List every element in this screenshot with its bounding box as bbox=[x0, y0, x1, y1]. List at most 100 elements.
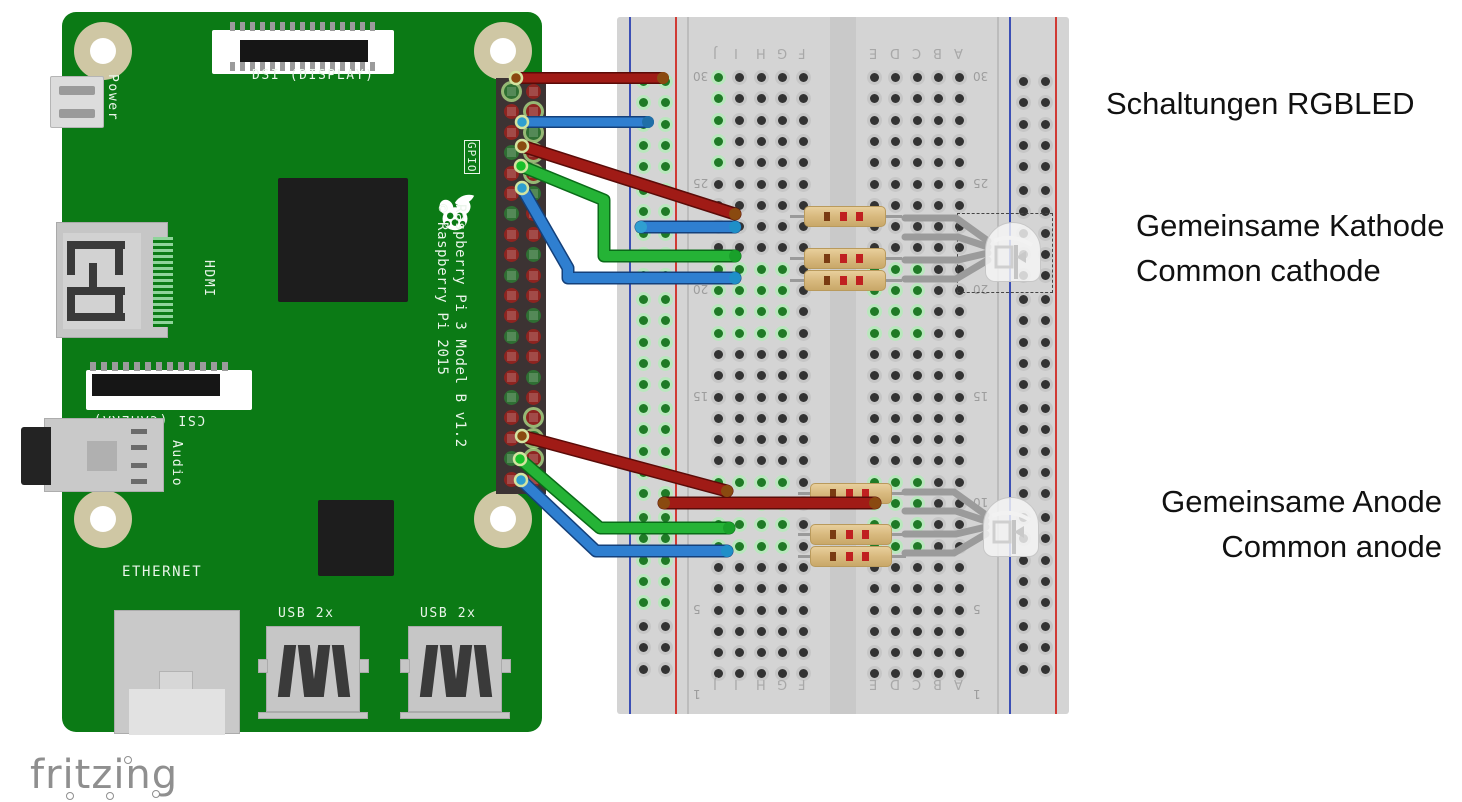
breadboard-hole[interactable] bbox=[891, 158, 901, 168]
breadboard-hole[interactable] bbox=[756, 243, 766, 253]
breadboard-hole[interactable] bbox=[799, 392, 809, 402]
breadboard-hole[interactable] bbox=[777, 541, 787, 551]
breadboard-hole[interactable] bbox=[799, 499, 809, 508]
breadboard-rail-hole[interactable] bbox=[639, 207, 648, 217]
breadboard-hole[interactable] bbox=[955, 115, 965, 125]
breadboard-hole[interactable] bbox=[735, 328, 745, 338]
breadboard-hole[interactable] bbox=[933, 605, 943, 615]
breadboard-hole[interactable] bbox=[891, 562, 901, 572]
gpio-pin-21[interactable] bbox=[504, 288, 519, 303]
breadboard-rail-hole[interactable] bbox=[639, 534, 648, 544]
resistor-cc-red[interactable] bbox=[790, 206, 902, 227]
breadboard-hole[interactable] bbox=[891, 286, 901, 295]
breadboard-rail-hole[interactable] bbox=[661, 534, 670, 544]
breadboard-hole[interactable] bbox=[933, 136, 943, 146]
breadboard-hole[interactable] bbox=[891, 499, 901, 508]
breadboard-hole[interactable] bbox=[756, 456, 766, 466]
breadboard-hole[interactable] bbox=[756, 392, 766, 402]
gpio-pin-34[interactable] bbox=[526, 410, 541, 426]
audio-jack[interactable] bbox=[21, 418, 164, 492]
breadboard-rail-hole[interactable] bbox=[1019, 598, 1028, 608]
breadboard-hole[interactable] bbox=[756, 349, 766, 359]
breadboard-rail-hole[interactable] bbox=[1041, 140, 1050, 150]
breadboard-hole[interactable] bbox=[799, 94, 809, 104]
breadboard-hole[interactable] bbox=[714, 222, 723, 232]
breadboard-hole[interactable] bbox=[777, 605, 787, 615]
breadboard-hole[interactable] bbox=[735, 562, 745, 572]
breadboard-hole[interactable] bbox=[870, 392, 879, 402]
breadboard-hole[interactable] bbox=[756, 179, 766, 189]
breadboard-hole[interactable] bbox=[735, 136, 745, 146]
breadboard-rail-hole[interactable] bbox=[639, 404, 648, 413]
breadboard-rail-hole[interactable] bbox=[639, 77, 648, 86]
breadboard-hole[interactable] bbox=[735, 73, 745, 82]
breadboard-rail-hole[interactable] bbox=[661, 295, 670, 304]
gpio-pin-33[interactable] bbox=[504, 410, 519, 426]
breadboard-rail-hole[interactable] bbox=[639, 249, 648, 259]
breadboard-hole[interactable] bbox=[735, 179, 745, 189]
gpio-pin-16[interactable] bbox=[526, 226, 541, 242]
breadboard-hole[interactable] bbox=[933, 158, 943, 168]
breadboard-rail-hole[interactable] bbox=[639, 162, 648, 172]
breadboard-hole[interactable] bbox=[870, 115, 879, 125]
breadboard-hole[interactable] bbox=[870, 328, 879, 338]
breadboard-hole[interactable] bbox=[891, 264, 901, 274]
breadboard-rail-hole[interactable] bbox=[1041, 534, 1050, 544]
breadboard-hole[interactable] bbox=[735, 243, 745, 253]
breadboard-rail-hole[interactable] bbox=[661, 446, 670, 456]
breadboard-hole[interactable] bbox=[799, 435, 809, 445]
rgb-led-common-cathode[interactable] bbox=[985, 222, 1041, 282]
gpio-pin-25[interactable] bbox=[504, 328, 519, 344]
breadboard-rail-hole[interactable] bbox=[661, 140, 670, 150]
gpio-pin-11[interactable] bbox=[504, 186, 519, 201]
gpio-pin-1[interactable] bbox=[504, 84, 519, 99]
breadboard-rail-hole[interactable] bbox=[1041, 186, 1050, 195]
breadboard-hole[interactable] bbox=[756, 626, 766, 636]
breadboard-hole[interactable] bbox=[912, 307, 922, 317]
gpio-pin-19[interactable] bbox=[504, 267, 519, 283]
breadboard-hole[interactable] bbox=[777, 136, 787, 146]
breadboard-hole[interactable] bbox=[714, 349, 723, 359]
breadboard-rail-hole[interactable] bbox=[1019, 337, 1028, 347]
breadboard-hole[interactable] bbox=[735, 541, 745, 551]
breadboard-rail-hole[interactable] bbox=[661, 162, 670, 172]
hdmi-connector[interactable] bbox=[56, 222, 173, 338]
breadboard-hole[interactable] bbox=[933, 179, 943, 189]
breadboard-hole[interactable] bbox=[714, 136, 723, 146]
breadboard-rail-hole[interactable] bbox=[1019, 162, 1028, 172]
breadboard-hole[interactable] bbox=[777, 179, 787, 189]
breadboard-rail-hole[interactable] bbox=[639, 513, 648, 522]
breadboard-hole[interactable] bbox=[777, 562, 787, 572]
breadboard-rail-hole[interactable] bbox=[639, 467, 648, 477]
breadboard-rail-hole[interactable] bbox=[639, 446, 648, 456]
gpio-pin-32[interactable] bbox=[526, 390, 541, 405]
breadboard-hole[interactable] bbox=[955, 371, 965, 381]
csi-camera-connector[interactable] bbox=[86, 362, 252, 410]
breadboard-hole[interactable] bbox=[912, 73, 922, 82]
breadboard-hole[interactable] bbox=[777, 392, 787, 402]
gpio-pin-20[interactable] bbox=[526, 267, 541, 283]
breadboard-rail-hole[interactable] bbox=[1041, 162, 1050, 172]
breadboard-rail-hole[interactable] bbox=[639, 358, 648, 368]
breadboard-hole[interactable] bbox=[714, 243, 723, 253]
breadboard-rail-hole[interactable] bbox=[1041, 467, 1050, 477]
breadboard-hole[interactable] bbox=[777, 222, 787, 232]
breadboard-hole[interactable] bbox=[735, 264, 745, 274]
breadboard-hole[interactable] bbox=[891, 584, 901, 594]
breadboard-hole[interactable] bbox=[714, 328, 723, 338]
breadboard-hole[interactable] bbox=[777, 200, 787, 210]
gpio-pin-24[interactable] bbox=[526, 308, 541, 324]
breadboard-hole[interactable] bbox=[714, 456, 723, 466]
breadboard-rail-hole[interactable] bbox=[1041, 513, 1050, 522]
breadboard-rail-hole[interactable] bbox=[661, 186, 670, 195]
gpio-pin-2[interactable] bbox=[526, 84, 541, 99]
breadboard-hole[interactable] bbox=[955, 456, 965, 466]
breadboard-hole[interactable] bbox=[891, 222, 901, 232]
breadboard-hole[interactable] bbox=[756, 541, 766, 551]
usb-port-left[interactable] bbox=[258, 626, 369, 712]
breadboard-rail-hole[interactable] bbox=[661, 249, 670, 259]
breadboard-hole[interactable] bbox=[714, 648, 723, 658]
breadboard-hole[interactable] bbox=[756, 413, 766, 423]
breadboard-rail-hole[interactable] bbox=[1041, 98, 1050, 108]
breadboard-hole[interactable] bbox=[714, 73, 723, 82]
